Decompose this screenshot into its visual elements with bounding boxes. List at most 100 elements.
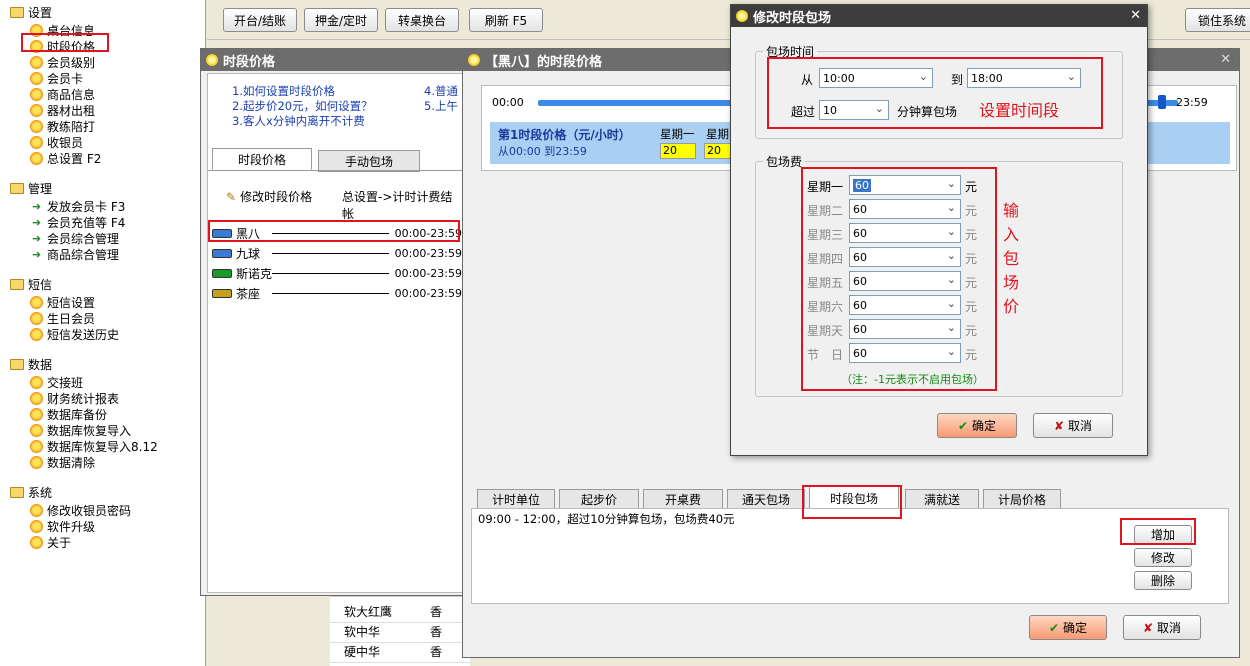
product-list: 软大红鹰 香 软中华香 硬中华香 (330, 596, 470, 666)
arrow-icon: ➜ (31, 247, 42, 261)
tree-item[interactable]: 数据库恢复导入8.12 (30, 438, 158, 454)
tree-item[interactable]: 短信发送历史 (30, 326, 119, 342)
tab-0[interactable]: 计时单位 (477, 489, 555, 509)
cancel-button[interactable]: ✘ 取消 (1123, 615, 1201, 640)
tab-label: 手动包场 (344, 154, 393, 169)
modify-button[interactable]: 修改 (1134, 548, 1192, 567)
transfer-table-button[interactable]: 转桌换台 (385, 8, 459, 32)
confirm-button[interactable]: ✔ 确定 (1029, 615, 1107, 640)
deposit-timer-button[interactable]: 押金/定时 (304, 8, 378, 32)
edit-price-label: 修改时段价格 (240, 190, 313, 204)
tree-section[interactable]: 短信 (10, 276, 52, 292)
tab-5[interactable]: 满就送 (905, 489, 979, 509)
tree-item[interactable]: 短信设置 (30, 294, 95, 310)
gear-sun-icon (30, 103, 43, 117)
divider-line (272, 272, 389, 274)
tab-time-price[interactable]: 时段价格 (212, 148, 312, 170)
tool-icon (30, 311, 43, 325)
product-type: 香 (430, 605, 443, 619)
tree-item[interactable]: 财务统计报表 (30, 390, 119, 406)
table-time: 00:00-23:59 (394, 246, 462, 260)
product-name: 软大红鹰 (344, 605, 393, 619)
tree-section[interactable]: 管理 (10, 180, 52, 196)
tree-item[interactable]: 交接班 (30, 374, 83, 390)
day-price-input[interactable]: 20 (660, 143, 696, 159)
tab-1[interactable]: 起步价 (559, 489, 639, 509)
help-link[interactable]: 5.上午 (424, 99, 458, 114)
tree-section[interactable]: 系统 (10, 484, 52, 500)
tree-item[interactable]: 器材出租 (30, 102, 95, 118)
help-link[interactable]: 3.客人x分钟内离开不计费 (232, 114, 373, 129)
edit-price-button[interactable]: ✎ 修改时段价格 (226, 188, 312, 205)
tab-label: 满就送 (923, 492, 960, 507)
tree-item[interactable]: 生日会员 (30, 310, 95, 326)
dialog-confirm-button[interactable]: ✔ 确定 (937, 413, 1017, 438)
annotation-fee-label: 输入包场价 (1003, 201, 1020, 316)
tab-3[interactable]: 通天包场 (727, 489, 805, 509)
table-row[interactable]: 九球 00:00-23:59 (212, 244, 462, 262)
tab-2[interactable]: 开桌费 (643, 489, 723, 509)
help-link[interactable]: 2.起步价20元，如何设置？ (232, 99, 373, 114)
tree-section[interactable]: 设置 (10, 4, 52, 20)
tree-item[interactable]: 会员级别 (30, 54, 95, 70)
transfer-table-label: 转桌换台 (397, 13, 446, 28)
tool-icon (30, 503, 43, 517)
tree-item[interactable]: 总设置 F2 (30, 150, 101, 166)
open-checkout-button[interactable]: 开台/结账 (223, 8, 297, 32)
annotation-box (208, 220, 460, 242)
booking-dialog: 修改时段包场 ✕ 包场时间 从 10:00 ⌄ 到 18:00 ⌄ 超过 10 ⌄ 分钟… (730, 4, 1148, 456)
tree-item[interactable]: 会员卡 (30, 70, 83, 86)
close-icon[interactable]: ✕ (1130, 8, 1141, 23)
help-link[interactable]: 4.普通 (424, 84, 458, 99)
app-icon (736, 10, 748, 22)
delete-button[interactable]: 删除 (1134, 571, 1192, 590)
tree-item[interactable]: 收银员 (30, 134, 83, 150)
tree-section-label: 短信 (28, 277, 53, 292)
tree-item[interactable]: ➜ 会员综合管理 (30, 230, 119, 246)
day-header: 星期 (706, 127, 729, 141)
tree-item[interactable]: 数据清除 (30, 454, 95, 470)
tree-item[interactable]: ➜ 会员充值等 F4 (30, 214, 125, 230)
rule-item[interactable]: 09:00 - 12:00，超过10分钟算包场，包场费40元 (478, 511, 735, 527)
delete-label: 删除 (1150, 574, 1175, 588)
tree-item[interactable]: ➜ 发放会员卡 F3 (30, 198, 125, 214)
tab-6[interactable]: 计局价格 (983, 489, 1061, 509)
slider-start-label: 00:00 (492, 96, 524, 109)
tree-item[interactable]: 商品信息 (30, 86, 95, 102)
help-link[interactable]: 1.如何设置时段价格 (232, 84, 373, 99)
help-links: 1.如何设置时段价格 2.起步价20元，如何设置？ 3.客人x分钟内离开不计费 (232, 84, 373, 129)
list-item[interactable]: 软大红鹰 香 (330, 603, 470, 623)
tree-item[interactable]: 关于 (30, 534, 71, 550)
tab-label: 起步价 (580, 492, 617, 507)
list-item[interactable]: 软中华 香 (330, 623, 470, 643)
tree-item[interactable]: 数据库备份 (30, 406, 107, 422)
dialog-titlebar[interactable]: 修改时段包场 ✕ (731, 5, 1147, 27)
table-row[interactable]: 斯诺克 00:00-23:59 (212, 264, 462, 282)
tree-item-label: 商品信息 (47, 87, 96, 102)
tree-item[interactable]: ➜ 商品综合管理 (30, 246, 119, 262)
tab-manual-booking[interactable]: 手动包场 (318, 150, 420, 172)
tab-label: 开桌费 (664, 492, 701, 507)
tab-divider (208, 170, 464, 171)
time-price-titlebar[interactable]: 时段价格 (201, 49, 467, 71)
refresh-button[interactable]: 刷新 F5 (469, 8, 543, 32)
table-row[interactable]: 茶座 00:00-23:59 (212, 284, 462, 302)
close-icon[interactable]: ✕ (1220, 52, 1231, 67)
list-item[interactable]: 硬中华 香 (330, 643, 470, 663)
tree-item[interactable]: 数据库恢复导入 (30, 422, 131, 438)
folder-icon (10, 6, 24, 18)
table-icon (212, 268, 232, 278)
settings-link[interactable]: 总设置->计时计费结帐 (342, 188, 462, 222)
slider-handle[interactable] (1158, 95, 1166, 109)
time-price-window: 时段价格 1.如何设置时段价格 2.起步价20元，如何设置？ 3.客人x分钟内离… (200, 48, 468, 596)
lock-system-label: 锁住系统 (1197, 13, 1246, 28)
table-icon (212, 248, 232, 258)
table-name: 斯诺克 (236, 266, 273, 281)
tree-item[interactable]: 软件升级 (30, 518, 95, 534)
tree-section[interactable]: 数据 (10, 356, 52, 372)
app-icon (206, 54, 218, 66)
dialog-cancel-button[interactable]: ✘ 取消 (1033, 413, 1113, 438)
tree-item[interactable]: 修改收银员密码 (30, 502, 131, 518)
lock-system-button[interactable]: 锁住系统 (1185, 8, 1250, 32)
tree-item[interactable]: 教练陪打 (30, 118, 95, 134)
